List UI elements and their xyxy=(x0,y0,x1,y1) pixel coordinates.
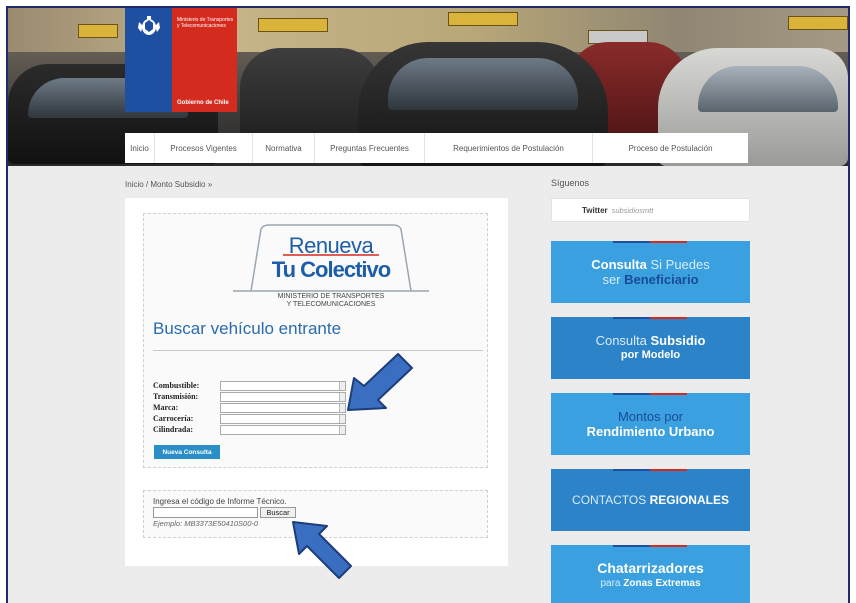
renueva-logo: Renueva Tu Colectivo xyxy=(231,223,431,293)
nav-item-preguntas-frecuentes[interactable]: Preguntas Frecuentes xyxy=(315,133,425,163)
arrow-annotation-icon xyxy=(347,353,413,411)
btn1-l1b: Si Puedes xyxy=(650,257,710,272)
btn5-l2b: Zonas Extremas xyxy=(623,578,701,589)
logo-ministry-text: Ministerio de Transportes y Telecomunica… xyxy=(177,17,234,29)
form-row-carroceria: Carrocería: xyxy=(153,413,346,424)
flag-bar xyxy=(613,545,687,547)
combustible-select[interactable] xyxy=(220,380,346,391)
montos-rendimiento-button[interactable]: Montos por Rendimiento Urbano xyxy=(551,393,750,455)
taxi-sign xyxy=(788,16,848,30)
combustible-label: Combustible: xyxy=(153,381,200,390)
brand-line1: Renueva xyxy=(288,233,374,258)
btn2-l1a: Consulta xyxy=(595,333,647,348)
nueva-consulta-button[interactable]: Nueva Consulta xyxy=(154,445,220,459)
ministry-logo[interactable]: Ministerio de Transportes y Telecomunica… xyxy=(125,8,237,112)
logo-red-panel: Ministerio de Transportes y Telecomunica… xyxy=(172,8,237,112)
contactos-regionales-button[interactable]: CONTACTOS REGIONALES xyxy=(551,469,750,531)
marca-label: Marca: xyxy=(153,403,179,412)
btn4-l1b: REGIONALES xyxy=(649,492,729,507)
header-banner: Ministerio de Transportes y Telecomunica… xyxy=(8,8,848,166)
chatarrizadores-button[interactable]: Chatarrizadores para Zonas Extremas xyxy=(551,545,750,603)
btn1-l1a: Consulta xyxy=(591,257,647,272)
coat-of-arms-icon xyxy=(137,16,160,35)
marca-select[interactable] xyxy=(220,402,346,413)
brand-sub-line1: MINISTERIO DE TRANSPORTES xyxy=(277,293,385,300)
arrow-annotation-icon xyxy=(292,521,352,579)
twitter-label: Twitter xyxy=(582,205,608,215)
form-row-combustible: Combustible: xyxy=(153,380,346,391)
brand-sub-line2: Y TELECOMUNICACIONES xyxy=(286,301,376,308)
btn2-l1b: Subsidio xyxy=(650,333,706,348)
flag-bar xyxy=(613,469,687,471)
nav-item-requerimientos[interactable]: Requerimientos de Postulación xyxy=(425,133,593,163)
btn1-l2a: ser xyxy=(602,272,621,287)
transmision-label: Transmisión: xyxy=(153,392,199,401)
carroceria-select[interactable] xyxy=(220,413,346,424)
btn2-l2a: por Modelo xyxy=(620,349,681,361)
buscar-button[interactable]: Buscar xyxy=(260,507,296,518)
brand-subtitle: MINISTERIO DE TRANSPORTES Y TELECOMUNICA… xyxy=(231,293,431,309)
sidebar-title: Síguenos xyxy=(551,178,590,188)
browser-frame: Ministerio de Transportes y Telecomunica… xyxy=(6,6,850,603)
logo-blue-panel xyxy=(125,8,172,112)
search-title: Buscar vehículo entrante xyxy=(153,319,342,338)
logo-government-text: Gobierno de Chile xyxy=(177,100,229,106)
breadcrumb[interactable]: Inicio / Monto Subsidio » xyxy=(125,180,212,189)
twitter-handle[interactable]: subsidiosmtt xyxy=(612,206,654,215)
code-search-input[interactable] xyxy=(153,507,258,518)
divider xyxy=(153,350,483,351)
cilindrada-label: Cilindrada: xyxy=(153,425,194,434)
flag-bar xyxy=(613,241,687,243)
code-search-label: Ingresa el código de Informe Técnico. xyxy=(153,497,287,506)
consulta-beneficiario-button[interactable]: Consulta Si Puedes ser Beneficiario xyxy=(551,241,750,303)
btn3-l1a: Montos por xyxy=(617,409,684,424)
btn5-l2a: para xyxy=(600,578,621,589)
consulta-subsidio-button[interactable]: Consulta Subsidio por Modelo xyxy=(551,317,750,379)
nav-item-procesos-vigentes[interactable]: Procesos Vigentes xyxy=(155,133,253,163)
flag-bar xyxy=(613,393,687,395)
form-row-transmision: Transmisión: xyxy=(153,391,346,402)
carroceria-label: Carrocería: xyxy=(153,414,194,423)
btn4-l1a: CONTACTOS xyxy=(572,492,647,507)
taxi-sign xyxy=(258,18,328,32)
btn1-l2b: Beneficiario xyxy=(624,272,699,287)
transmision-select[interactable] xyxy=(220,391,346,402)
form-row-marca: Marca: xyxy=(153,402,346,413)
brand-line2: Tu Colectivo xyxy=(271,257,391,282)
car-windshield xyxy=(388,58,578,110)
main-nav: Inicio Procesos Vigentes Normativa Pregu… xyxy=(125,133,748,163)
nav-item-normativa[interactable]: Normativa xyxy=(253,133,315,163)
code-example-text: Ejemplo: MB3373E50410S00-0 xyxy=(153,519,259,528)
nav-item-proceso-postulacion[interactable]: Proceso de Postulación xyxy=(593,133,748,163)
btn5-l1a: Chatarrizadores xyxy=(597,560,704,576)
btn3-l2a: Rendimiento Urbano xyxy=(586,424,715,439)
nav-item-inicio[interactable]: Inicio xyxy=(125,133,155,163)
flag-bar xyxy=(613,317,687,319)
taxi-sign xyxy=(78,24,118,38)
cilindrada-select[interactable] xyxy=(220,424,346,435)
taxi-sign xyxy=(448,12,518,26)
twitter-follow-box[interactable]: Twitter subsidiosmtt xyxy=(551,198,750,222)
car-windshield xyxy=(698,66,838,112)
form-row-cilindrada: Cilindrada: xyxy=(153,424,346,435)
